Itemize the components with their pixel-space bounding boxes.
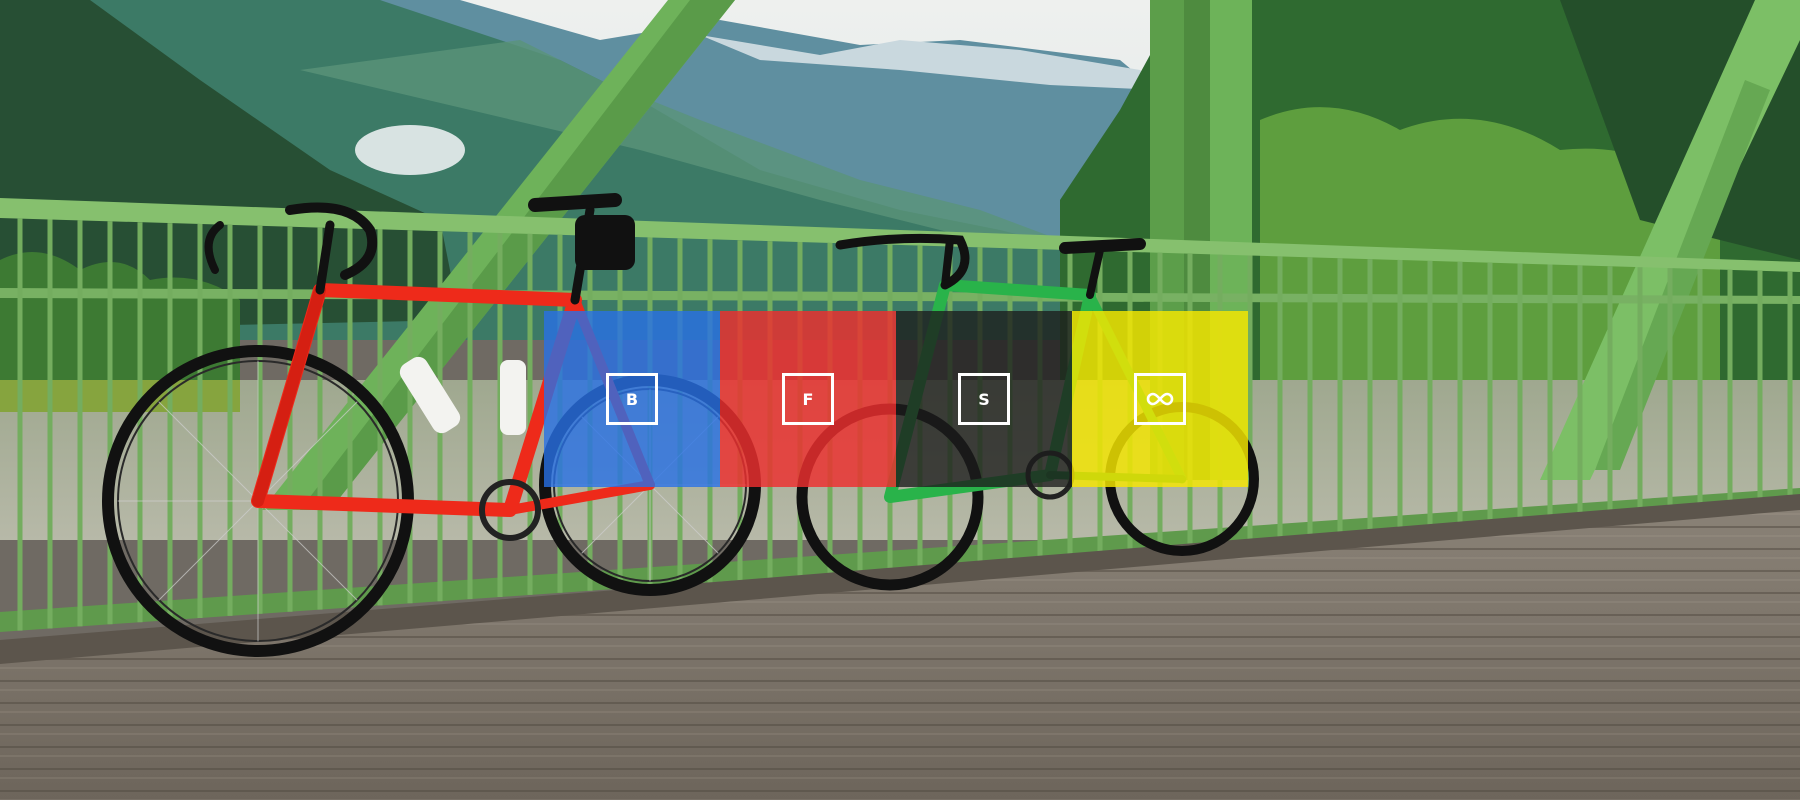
infinity-icon (1146, 392, 1174, 406)
tile-s-label: S (958, 373, 1010, 425)
tile-b-label: B (606, 373, 658, 425)
tile-f-label: F (782, 373, 834, 425)
hero-banner: B F S (0, 0, 1800, 800)
tile-infinity[interactable] (1072, 311, 1248, 487)
tile-infinity-box (1134, 373, 1186, 425)
tile-b[interactable]: B (544, 311, 720, 487)
tile-f[interactable]: F (720, 311, 896, 487)
category-tiles: B F S (544, 311, 1248, 487)
tile-s[interactable]: S (896, 311, 1072, 487)
